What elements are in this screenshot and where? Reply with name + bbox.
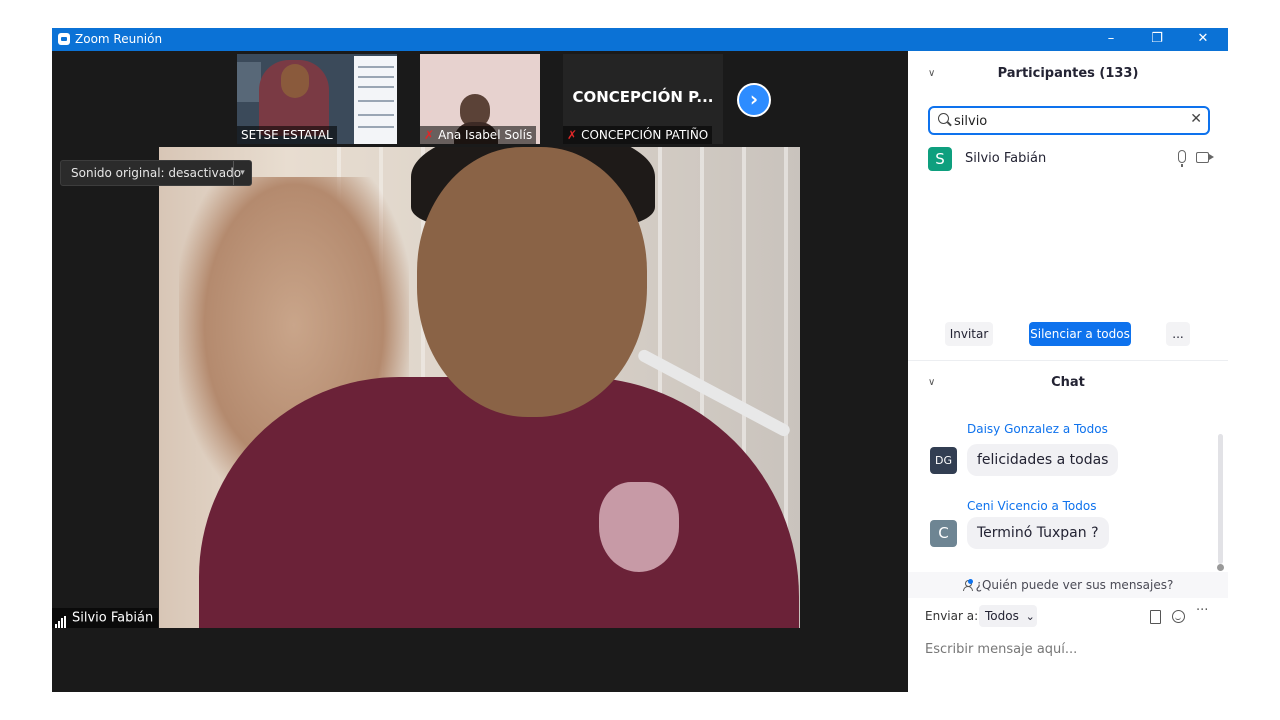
speaker-name: Silvio Fabián xyxy=(72,610,154,626)
thumbnail-ana-isabel-solis[interactable]: ✗ Ana Isabel Solís xyxy=(420,54,540,144)
shirt-emblem xyxy=(599,482,679,572)
message-bubble: felicidades a todas xyxy=(967,444,1119,476)
invite-button[interactable]: Invitar xyxy=(945,322,993,346)
active-speaker-video xyxy=(159,147,800,628)
send-to-select[interactable]: Todos ⌄ xyxy=(979,605,1037,627)
zoom-camera-icon xyxy=(58,33,70,45)
participant-row[interactable]: S Silvio Fabián xyxy=(928,147,1218,173)
side-panel: ∨ Participantes (133) ✕ S Silvio Fabián … xyxy=(908,51,1228,692)
zoom-window: Zoom Reunión – ❐ ✕ SETSE ESTATAL ✗ Ana Is… xyxy=(52,28,1228,692)
thumbnail-display-name: CONCEPCIÓN P... xyxy=(572,88,714,106)
who-can-see-messages[interactable]: ¿Quién puede ver sus mensajes? xyxy=(908,572,1228,598)
speaker-name-tag: Silvio Fabián xyxy=(52,608,159,628)
search-icon xyxy=(938,113,949,124)
section-divider xyxy=(908,360,1228,361)
title-bar[interactable]: Zoom Reunión – ❐ ✕ xyxy=(52,28,1228,51)
chat-title: Chat xyxy=(1051,375,1085,390)
thumbnail-label: Ana Isabel Solís xyxy=(438,128,533,142)
info-dot-icon xyxy=(967,579,973,584)
signal-strength-icon xyxy=(55,608,67,628)
chat-scrollbar[interactable] xyxy=(1218,434,1223,564)
audio-pill-spacer xyxy=(230,160,248,186)
clear-search-icon[interactable]: ✕ xyxy=(1190,111,1202,127)
emoji-icon[interactable] xyxy=(1172,610,1185,623)
participant-name: Silvio Fabián xyxy=(965,151,1047,166)
thumbnail-concepcion-patino[interactable]: CONCEPCIÓN P... ✗ CONCEPCIÓN PATIÑO xyxy=(563,54,723,144)
file-icon[interactable] xyxy=(1150,610,1161,624)
muted-mic-icon: ✗ xyxy=(424,128,435,142)
message-sender: Daisy Gonzalez a Todos xyxy=(967,424,1108,436)
send-to-value: Todos xyxy=(985,609,1019,623)
send-to-label: Enviar a: xyxy=(925,609,979,623)
more-options-button[interactable]: ... xyxy=(1166,322,1190,346)
scrollbar-thumb[interactable] xyxy=(1217,564,1224,571)
chat-message-input[interactable] xyxy=(925,639,1215,659)
thumbnail-label: CONCEPCIÓN PATIÑO xyxy=(581,128,709,142)
video-camera-icon[interactable] xyxy=(1196,152,1214,163)
shared-screen-preview xyxy=(354,56,397,144)
message-bubble: Terminó Tuxpan ? xyxy=(967,517,1109,549)
microphone-icon[interactable] xyxy=(1178,150,1186,167)
chevron-down-icon: ⌄ xyxy=(1025,610,1035,623)
thumbnail-label-wrap: ✗ Ana Isabel Solís xyxy=(420,126,537,144)
window-title: Zoom Reunión xyxy=(75,32,163,46)
thumbnail-setse-estatal[interactable]: SETSE ESTATAL xyxy=(237,54,397,144)
avatar: C xyxy=(930,520,957,547)
thumbnail-label: SETSE ESTATAL xyxy=(237,126,337,144)
participant-search[interactable]: ✕ xyxy=(928,106,1210,135)
more-icon[interactable]: ··· xyxy=(1196,603,1208,618)
participants-title: Participantes (133) xyxy=(997,66,1139,81)
message-sender: Ceni Vicencio a Todos xyxy=(967,499,1097,513)
privacy-text: ¿Quién puede ver sus mensajes? xyxy=(975,578,1174,592)
minimize-button[interactable]: – xyxy=(1088,28,1134,51)
avatar: DG xyxy=(930,447,957,474)
next-page-arrow-icon[interactable]: › xyxy=(737,83,771,117)
video-stage: SETSE ESTATAL ✗ Ana Isabel Solís CONCEPCI… xyxy=(52,51,908,692)
restore-button[interactable]: ❐ xyxy=(1134,28,1180,51)
thumbnail-label-wrap: ✗ CONCEPCIÓN PATIÑO xyxy=(563,126,713,144)
face xyxy=(417,147,647,417)
original-sound-label: Sonido original: desactivado xyxy=(71,166,242,180)
muted-mic-icon: ✗ xyxy=(567,128,578,142)
original-sound-toggle[interactable]: Sonido original: desactivado ▾ xyxy=(60,160,253,186)
close-button[interactable]: ✕ xyxy=(1180,28,1226,51)
thumb-screen-left xyxy=(237,62,261,102)
search-input[interactable] xyxy=(954,111,1174,131)
thumb-face xyxy=(281,64,309,98)
mute-all-button[interactable]: Silenciar a todos xyxy=(1029,322,1131,346)
avatar: S xyxy=(928,147,952,171)
chat-messages: Daisy Gonzalez a Todos DG felicidades a … xyxy=(908,424,1228,574)
